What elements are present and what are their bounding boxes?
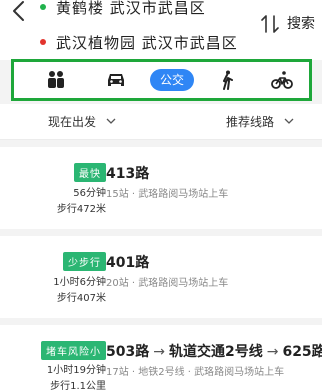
walk-icon <box>223 70 233 90</box>
taxi-passenger-icon <box>48 71 64 88</box>
arrow-right-icon: → <box>153 344 165 360</box>
tab-drive[interactable] <box>96 62 136 98</box>
tab-walk[interactable] <box>210 62 244 98</box>
destination-field[interactable]: 武汉植物园 武汉市武昌区 <box>40 31 238 53</box>
route-duration: 1小时19分钟 <box>46 365 106 376</box>
route-card[interactable]: 堵车风险小 1小时19分钟 步行1.1公里 503路 → 轨道交通2号线 → 625路 … <box>0 325 322 390</box>
origin-field[interactable]: 黄鹤楼 武汉市武昌区 <box>40 0 206 18</box>
route-title: 503路 → 轨道交通2号线 → 625路 <box>106 341 322 361</box>
route-duration: 1小时6分钟 <box>53 277 106 288</box>
destination-text: 武汉植物园 武汉市武昌区 <box>56 33 238 52</box>
chevron-down-icon <box>106 118 116 124</box>
bicycle-icon <box>271 71 293 89</box>
sort-filter[interactable]: 推荐线路 <box>226 113 294 130</box>
search-button[interactable]: 搜索 <box>287 13 315 33</box>
route-badge: 少步行 <box>63 252 106 271</box>
origin-dot <box>40 4 46 10</box>
route-badge: 堵车风险小 <box>41 341 106 360</box>
destination-dot <box>40 39 46 45</box>
route-segment: 轨道交通2号线 <box>168 344 263 360</box>
depart-time-label: 现在出发 <box>48 115 97 129</box>
back-icon[interactable] <box>8 0 30 24</box>
tab-taxi[interactable] <box>36 62 76 98</box>
route-detail: 15站 · 武珞路阅马场站上车 <box>106 189 229 200</box>
transport-mode-tabs: 公交 <box>11 59 312 101</box>
filter-bar: 现在出发 推荐线路 <box>0 104 322 140</box>
route-walk-distance: 步行1.1公里 <box>50 381 106 390</box>
route-walk-distance: 步行407米 <box>56 293 106 304</box>
sort-label: 推荐线路 <box>226 115 275 129</box>
tab-transit[interactable]: 公交 <box>141 62 203 98</box>
route-card[interactable]: 最快 56分钟 步行472米 413路 15站 · 武珞路阅马场站上车 <box>0 147 322 229</box>
route-detail: 17站 · 地铁2号线 · 武珞路阅马场站上车 <box>106 367 285 378</box>
chevron-down-icon <box>284 118 294 124</box>
route-segment: 503路 <box>106 344 150 360</box>
route-title: 413路 <box>106 166 150 182</box>
arrow-right-icon: → <box>266 344 279 360</box>
route-badge: 最快 <box>74 163 106 182</box>
route-detail: 20站 · 武珞路阅马场站上车 <box>106 278 229 289</box>
route-segment: 625路 <box>282 344 322 360</box>
depart-time-filter[interactable]: 现在出发 <box>48 113 116 130</box>
route-card[interactable]: 少步行 1小时6分钟 步行407米 401路 20站 · 武珞路阅马场站上车 <box>0 236 322 318</box>
swap-icon[interactable] <box>261 13 279 35</box>
route-header: 黄鹤楼 武汉市武昌区 武汉植物园 武汉市武昌区 搜索 <box>0 0 322 60</box>
route-title: 401路 <box>106 255 150 271</box>
route-walk-distance: 步行472米 <box>56 204 106 215</box>
car-icon <box>108 74 124 86</box>
route-planner-screen: 黄鹤楼 武汉市武昌区 武汉植物园 武汉市武昌区 搜索 公交 现在出发 推荐线路 … <box>0 0 322 390</box>
origin-text: 黄鹤楼 武汉市武昌区 <box>56 0 206 17</box>
transit-pill: 公交 <box>149 69 194 91</box>
tab-cycle[interactable] <box>264 62 300 98</box>
route-duration: 56分钟 <box>73 188 106 199</box>
